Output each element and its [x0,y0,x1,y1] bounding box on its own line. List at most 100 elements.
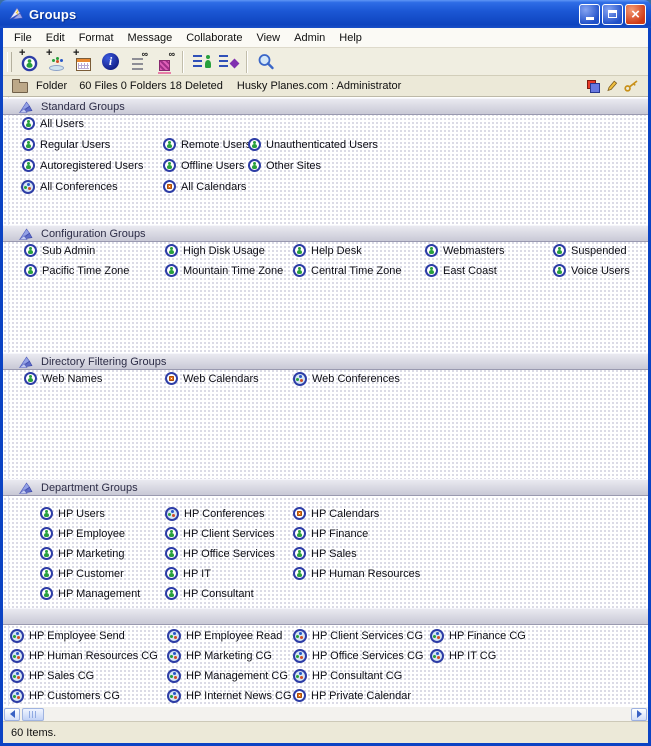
group-item[interactable]: Help Desk [293,243,362,258]
group-list-icon [219,55,228,68]
directory-list-button[interactable] [188,49,215,74]
group-item[interactable]: Central Time Zone [293,263,401,278]
section-header-configuration-groups[interactable]: Configuration Groups [3,225,648,242]
group-item[interactable]: HP Private Calendar [293,688,411,703]
group-item[interactable]: HP Users [40,506,105,521]
group-item[interactable]: HP Employee Send [10,628,125,643]
group-item[interactable]: Other Sites [248,158,321,173]
group-item[interactable]: HP Marketing CG [167,648,272,663]
horizontal-scrollbar[interactable] [3,706,648,721]
folder-label: Folder [36,80,67,92]
group-item[interactable]: HP Marketing [40,546,124,561]
arrow-right-icon [637,710,642,718]
group-item[interactable]: All Calendars [163,179,246,194]
toolbar-grip[interactable] [7,52,12,72]
group-item[interactable]: Webmasters [425,243,505,258]
key-pen-icon[interactable] [624,80,639,92]
group-item[interactable]: HP Finance CG [430,628,526,643]
account-info: Husky Planes.com : Administrator [237,80,401,92]
section-header-standard-groups[interactable]: Standard Groups [3,98,648,115]
user-group-icon [40,527,53,540]
layers-icon[interactable] [587,80,600,93]
group-item[interactable]: HP Client Services CG [293,628,423,643]
group-item[interactable]: HP Sales [293,546,357,561]
menu-item-message[interactable]: Message [121,30,180,46]
search-button[interactable] [252,49,279,74]
info-button[interactable] [97,49,124,74]
scroll-right-button[interactable] [631,708,647,721]
group-item[interactable]: Suspended [553,243,627,258]
group-item[interactable]: Sub Admin [24,243,95,258]
section-header-untitled[interactable] [3,608,648,625]
group-item[interactable]: All Users [22,116,84,131]
group-item[interactable]: High Disk Usage [165,243,265,258]
group-item[interactable]: HP Customers CG [10,688,120,703]
group-item[interactable]: HP Consultant CG [293,668,402,683]
group-item[interactable]: All Conferences [21,179,118,194]
app-window: Groups File Edit Format Message Collabor… [0,0,651,746]
group-item[interactable]: HP Internet News CG [167,688,292,703]
group-item[interactable]: Remote Users [163,137,251,152]
menu-item-help[interactable]: Help [332,30,369,46]
group-item[interactable]: HP IT [165,566,211,581]
group-item[interactable]: Mountain Time Zone [165,263,283,278]
group-item-label: HP Customer [58,568,124,580]
group-item[interactable]: East Coast [425,263,497,278]
menu-item-edit[interactable]: Edit [39,30,72,46]
list-infinity-button[interactable]: ∞ [124,49,151,74]
group-list-button[interactable] [215,49,242,74]
groups-list[interactable]: Standard Groups Configuration Groups Dir… [3,97,648,706]
menu-item-file[interactable]: File [7,30,39,46]
group-item[interactable]: HP Human Resources [293,566,420,581]
group-item[interactable]: HP Office Services CG [293,648,423,663]
menu-item-collaborate[interactable]: Collaborate [179,30,249,46]
group-item-label: HP Office Services CG [312,650,423,662]
maximize-button[interactable] [602,4,623,25]
group-item[interactable]: Web Calendars [165,371,259,386]
group-item[interactable]: HP Employee Read [167,628,282,643]
titlebar[interactable]: Groups [0,0,651,28]
calendar-icon [165,372,178,385]
section-header-directory-filtering-groups[interactable]: Directory Filtering Groups [3,353,648,370]
search-icon [257,53,275,71]
calendar-icon [293,507,306,520]
menu-item-view[interactable]: View [249,30,287,46]
group-item[interactable]: Autoregistered Users [22,158,143,173]
group-item-label: Web Calendars [183,373,259,385]
group-item[interactable]: HP IT CG [430,648,496,663]
group-item[interactable]: HP Human Resources CG [10,648,158,663]
group-item[interactable]: Offline Users [163,158,244,173]
group-item-label: Suspended [571,245,627,257]
conference-icon [21,180,35,194]
group-item[interactable]: HP Conferences [165,506,265,521]
group-item[interactable]: HP Management [40,586,140,601]
add-calendar-button[interactable]: + [70,49,97,74]
pencil-icon[interactable] [606,80,618,92]
mail-infinity-button[interactable]: ∞ [151,49,178,74]
menu-item-format[interactable]: Format [72,30,121,46]
minimize-button[interactable] [579,4,600,25]
group-item[interactable]: HP Employee [40,526,125,541]
conference-icon [167,669,181,683]
add-group-button[interactable]: + [43,49,70,74]
menu-item-admin[interactable]: Admin [287,30,332,46]
group-item[interactable]: HP Sales CG [10,668,94,683]
group-item[interactable]: Web Conferences [293,371,400,386]
scroll-left-button[interactable] [4,708,20,721]
group-item[interactable]: Regular Users [22,137,110,152]
group-item[interactable]: HP Customer [40,566,124,581]
close-button[interactable] [625,4,646,25]
group-item[interactable]: HP Office Services [165,546,275,561]
group-item[interactable]: HP Consultant [165,586,254,601]
group-item[interactable]: HP Management CG [167,668,288,683]
group-item[interactable]: Pacific Time Zone [24,263,129,278]
group-item[interactable]: Voice Users [553,263,630,278]
section-header-department-groups[interactable]: Department Groups [3,479,648,496]
group-item[interactable]: HP Client Services [165,526,275,541]
group-item[interactable]: HP Finance [293,526,368,541]
add-user-button[interactable]: + [16,49,43,74]
group-item[interactable]: Web Names [24,371,102,386]
group-item[interactable]: Unauthenticated Users [248,137,378,152]
scrollbar-thumb[interactable] [22,708,44,721]
group-item[interactable]: HP Calendars [293,506,379,521]
